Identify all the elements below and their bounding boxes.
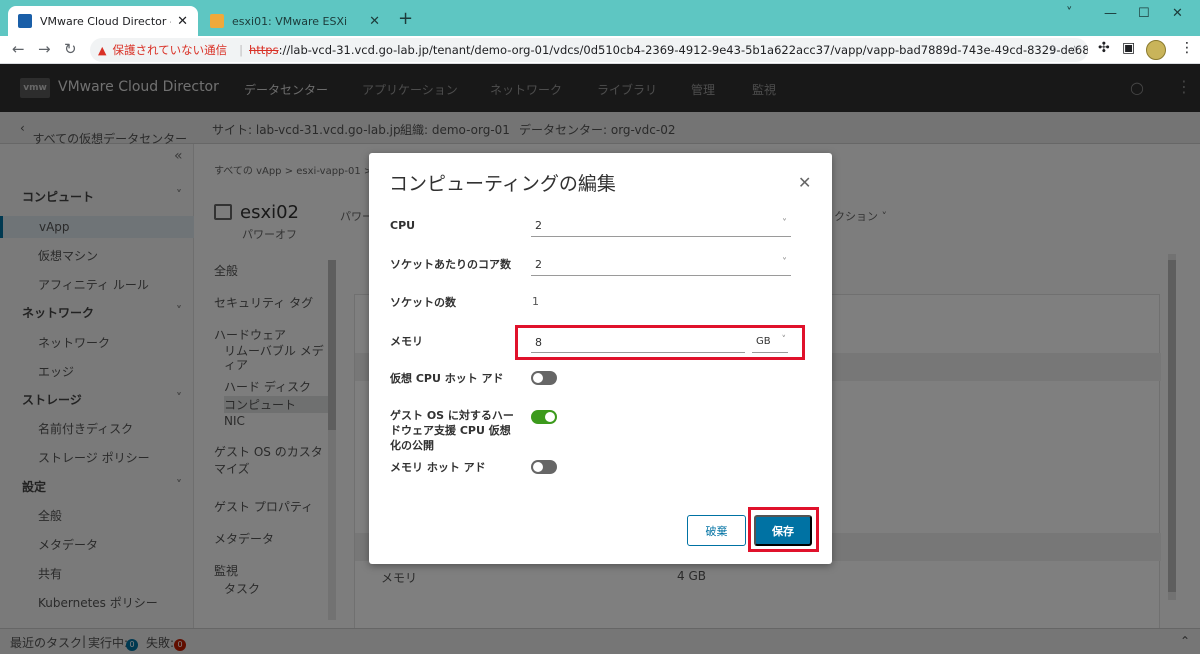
- tab-close-icon[interactable]: ✕: [369, 14, 380, 29]
- security-status[interactable]: 保護されていない通信: [112, 42, 227, 58]
- memory-hot-add-label: メモリ ホット アド: [390, 461, 486, 474]
- memory-highlight-box: [515, 325, 805, 360]
- new-tab-icon[interactable]: +: [398, 8, 413, 29]
- hw-virtualization-toggle[interactable]: [531, 410, 557, 424]
- window-close-icon[interactable]: ✕: [1172, 6, 1183, 21]
- url-text: ://lab-vcd-31.vcd.go-lab.jp/tenant/demo-…: [278, 43, 1088, 57]
- cpu-select[interactable]: 2 ˅: [531, 215, 791, 237]
- url-bar[interactable]: ▲ 保護されていない通信 | https://lab-vcd-31.vcd.go…: [90, 38, 1088, 62]
- back-icon[interactable]: ←: [12, 40, 25, 58]
- sockets-label: ソケットの数: [390, 296, 456, 309]
- share-icon[interactable]: ⇪: [1048, 43, 1058, 57]
- chevron-down-icon: ˅: [782, 218, 787, 229]
- tab-title: esxi01: VMware ESXi: [232, 14, 348, 28]
- hw-virtualization-label: ゲスト OS に対するハードウェア支援 CPU 仮想化の公開: [390, 409, 514, 452]
- vmware-favicon-icon: [18, 14, 32, 28]
- address-toolbar: ← → ↻ ▲ 保護されていない通信 | https://lab-vcd-31.…: [0, 36, 1200, 64]
- edit-compute-dialog: コンピューティングの編集 ✕ CPU 2 ˅ ソケットあたりのコア数 2 ˅ ソケッ…: [369, 153, 832, 564]
- profile-avatar[interactable]: [1146, 40, 1166, 60]
- close-icon[interactable]: ✕: [798, 173, 811, 192]
- forward-icon[interactable]: →: [38, 40, 51, 58]
- vcpu-hot-add-label: 仮想 CPU ホット アド: [390, 372, 504, 385]
- bookmark-star-icon[interactable]: ☆: [1069, 43, 1080, 57]
- sidepanel-icon[interactable]: ▣: [1122, 40, 1135, 56]
- chevron-down-icon: ˅: [782, 257, 787, 268]
- url-scheme: https: [249, 43, 279, 57]
- tab-search-icon[interactable]: ˅: [1066, 6, 1073, 21]
- sockets-value: 1: [532, 295, 539, 308]
- memory-label: メモリ: [390, 335, 423, 348]
- discard-button[interactable]: 破棄: [687, 515, 746, 546]
- browser-tab-strip: VMware Cloud Director - 仮想マ ✕ esxi01: VM…: [0, 0, 1200, 36]
- browser-tab-vcd[interactable]: VMware Cloud Director - 仮想マ ✕: [8, 6, 198, 36]
- browser-menu-icon[interactable]: ⋮: [1180, 40, 1194, 56]
- minimize-icon[interactable]: —: [1104, 6, 1117, 21]
- extensions-icon[interactable]: ✣: [1098, 40, 1110, 56]
- esxi-favicon-icon: [210, 14, 224, 28]
- memory-hot-add-toggle[interactable]: [531, 460, 557, 474]
- dialog-title: コンピューティングの編集: [389, 173, 616, 195]
- warning-icon: ▲: [98, 43, 107, 57]
- save-highlight-box: [748, 507, 819, 552]
- tab-title: VMware Cloud Director - 仮想マ: [40, 15, 171, 28]
- maximize-icon[interactable]: ☐: [1138, 6, 1150, 21]
- browser-tab-esxi[interactable]: esxi01: VMware ESXi ✕: [200, 6, 390, 36]
- vcpu-hot-add-toggle[interactable]: [531, 371, 557, 385]
- cpu-label: CPU: [390, 219, 416, 232]
- tab-close-icon[interactable]: ✕: [177, 14, 188, 29]
- reload-icon[interactable]: ↻: [64, 40, 77, 58]
- cores-per-socket-select[interactable]: 2 ˅: [531, 254, 791, 276]
- cores-per-socket-label: ソケットあたりのコア数: [390, 258, 511, 271]
